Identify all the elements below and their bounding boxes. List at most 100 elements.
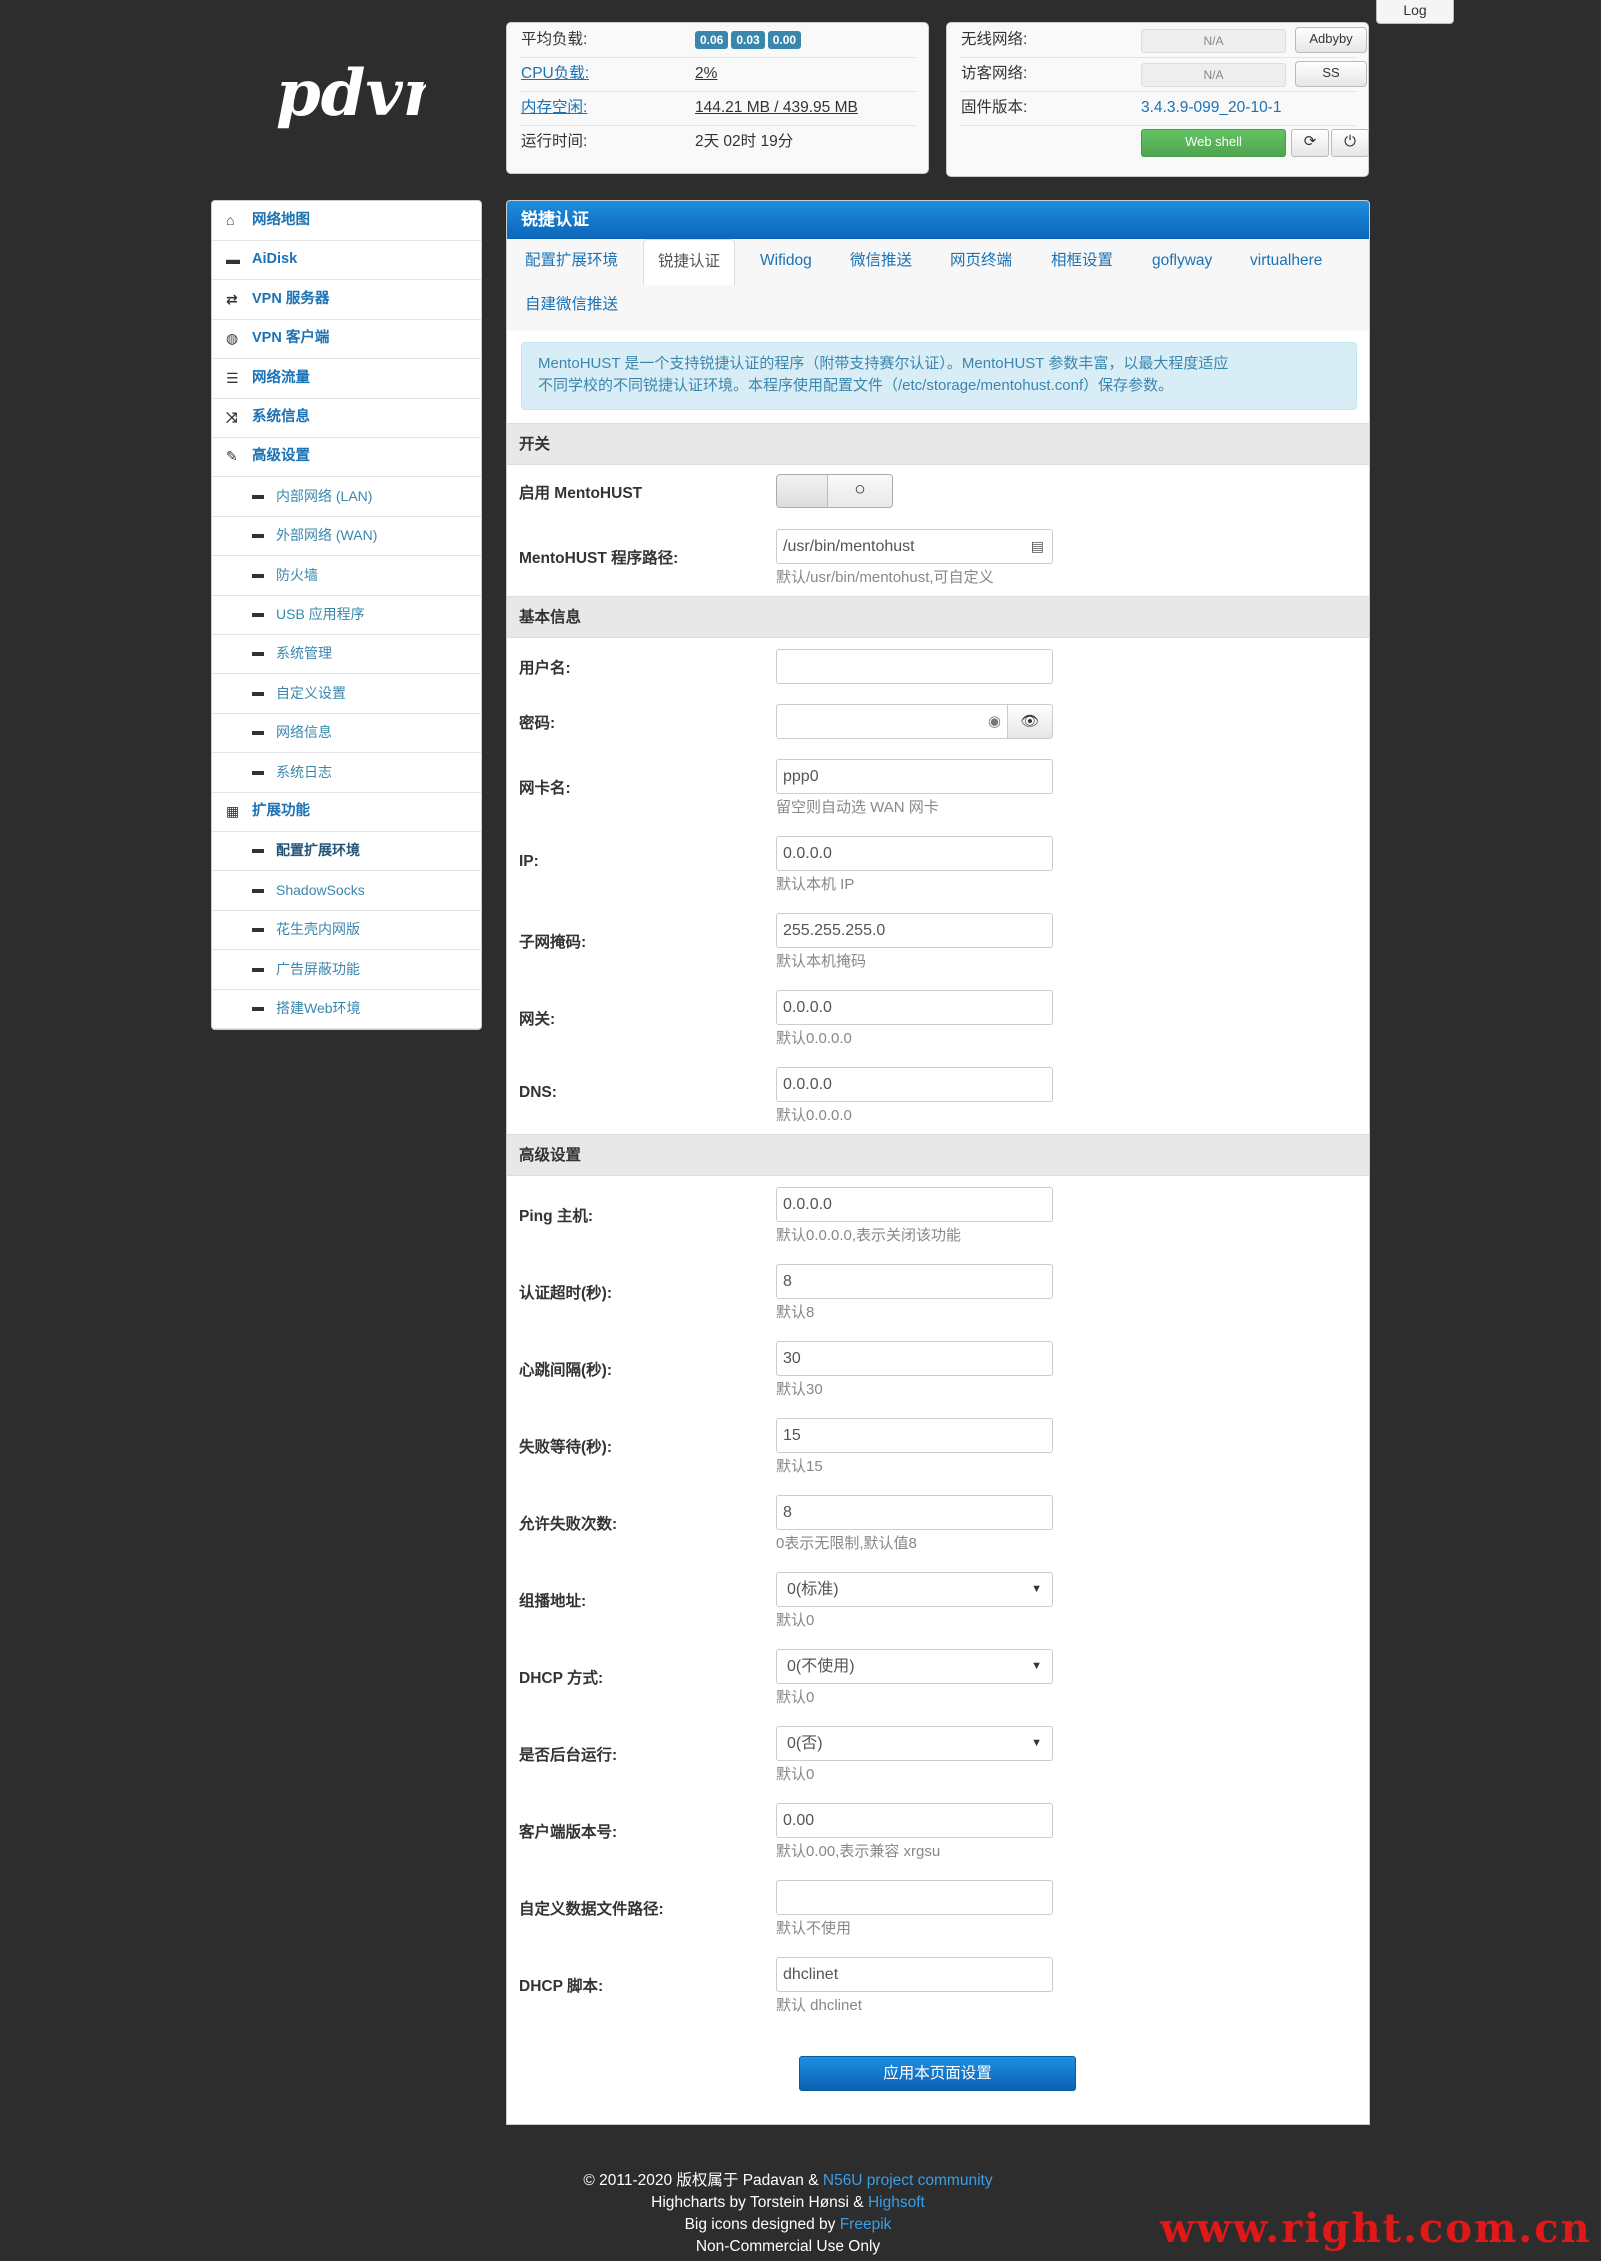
dns-input[interactable]: 0.0.0.0	[776, 1067, 1053, 1102]
load-row: 平均负载: 0.06 0.03 0.00	[521, 23, 916, 58]
sidebar-item-label: 内部网络 (LAN)	[276, 487, 373, 504]
heartbeat-input[interactable]: 30	[776, 1341, 1053, 1376]
show-password-button[interactable]: 👁	[1008, 704, 1053, 739]
gateway-label: 网关:	[519, 1011, 556, 1028]
tab-self-wechat-push[interactable]: 自建微信推送	[525, 294, 618, 316]
wireless-row: 无线网络: N/A Adbyby	[961, 23, 1367, 58]
sidebar-item[interactable]: 花生壳内网版	[212, 910, 481, 951]
copyright-text: © 2011-2020 版权属于 Padavan &	[583, 2172, 823, 2189]
sidebar-item-label: 高级设置	[252, 448, 310, 465]
sidebar-item[interactable]: 系统日志	[212, 753, 481, 793]
dash-icon	[252, 967, 264, 972]
sidebar-item-label: 搭建Web环境	[276, 1000, 361, 1016]
hdd-icon: ▬	[226, 251, 240, 268]
sidebar-item[interactable]: 系统管理	[212, 634, 481, 675]
dhcp-script-label: DHCP 脚本:	[519, 1978, 604, 1995]
enable-toggle[interactable]: ○	[776, 474, 893, 508]
sidebar-item[interactable]: 内部网络 (LAN)	[212, 477, 481, 517]
sidebar-item-label: 防火墙	[276, 566, 318, 583]
icons-text: Big icons designed by	[684, 2216, 840, 2233]
random-icon: ⤨	[226, 409, 238, 425]
dash-icon	[252, 770, 264, 775]
password-input[interactable]: ◉	[776, 704, 1008, 739]
firmware-row: 固件版本: 3.4.3.9-099_20-10-1	[961, 91, 1356, 126]
web-shell-button[interactable]: Web shell	[1141, 129, 1286, 157]
sidebar-item[interactable]: ▦ 扩展功能	[212, 792, 481, 832]
log-button[interactable]: Log	[1376, 0, 1454, 24]
path-input[interactable]: /usr/bin/mentohust ▤	[776, 529, 1053, 564]
sidebar-item[interactable]: ▬ AiDisk	[212, 240, 481, 281]
watermark: www.right.com.cn	[1160, 2205, 1592, 2252]
multicast-select[interactable]: 0(标准) ▼	[776, 1572, 1053, 1607]
ping-host-input[interactable]: 0.0.0.0	[776, 1187, 1053, 1222]
sidebar-item[interactable]: ⤨ 系统信息	[212, 398, 481, 438]
tab-goflyway[interactable]: goflyway	[1152, 250, 1212, 272]
logo-text: pdvn	[276, 60, 426, 131]
sidebar-item[interactable]: ⌂ 网络地图	[212, 201, 481, 241]
sidebar-item[interactable]: 配置扩展环境	[212, 831, 481, 872]
clipboard-icon[interactable]: ▤	[1031, 530, 1044, 563]
adbyby-button[interactable]: Adbyby	[1295, 27, 1367, 53]
data-file-hint: 默认不使用	[776, 1920, 852, 1937]
firmware-version-link[interactable]: 3.4.3.9-099_20-10-1	[1141, 91, 1281, 125]
sidebar-item[interactable]: ◍ VPN 客户端	[212, 319, 481, 360]
auth-timeout-input[interactable]: 8	[776, 1264, 1053, 1299]
nic-input[interactable]: ppp0	[776, 759, 1053, 794]
sidebar-item[interactable]: 防火墙	[212, 556, 481, 596]
nic-hint: 留空则自动选 WAN 网卡	[776, 799, 939, 816]
ss-button[interactable]: SS	[1295, 61, 1367, 87]
netmask-hint: 默认本机掩码	[776, 953, 867, 970]
refresh-button[interactable]: ⟳	[1291, 129, 1329, 157]
max-fail-input[interactable]: 8	[776, 1495, 1053, 1530]
sidebar-item-label: USB 应用程序	[276, 606, 365, 622]
dhcp-script-input[interactable]: dhclinet	[776, 1957, 1053, 1992]
dhcp-mode-select[interactable]: 0(不使用) ▼	[776, 1649, 1053, 1684]
tab-web-terminal[interactable]: 网页终端	[950, 250, 1012, 272]
auth-timeout-label: 认证超时(秒):	[519, 1285, 612, 1302]
client-version-input[interactable]: 0.00	[776, 1803, 1053, 1838]
memory-label-link[interactable]: 内存空闲:	[521, 91, 587, 125]
fail-wait-input[interactable]: 15	[776, 1418, 1053, 1453]
tab-virtualhere[interactable]: virtualhere	[1250, 250, 1322, 272]
load-5m-badge: 0.03	[731, 30, 765, 49]
apply-button[interactable]: 应用本页面设置	[799, 2056, 1076, 2091]
highsoft-link[interactable]: Highsoft	[868, 2194, 925, 2211]
tab-wifidog[interactable]: Wifidog	[760, 250, 812, 272]
gateway-input[interactable]: 0.0.0.0	[776, 990, 1053, 1025]
tab-wechat-push[interactable]: 微信推送	[850, 250, 912, 272]
tab-ruijie-auth[interactable]: 锐捷认证	[643, 239, 736, 285]
data-file-input[interactable]	[776, 1880, 1053, 1915]
sidebar-item[interactable]: ☰ 网络流量	[212, 359, 481, 399]
ip-input[interactable]: 0.0.0.0	[776, 836, 1053, 871]
main-panel: 锐捷认证 配置扩展环境 锐捷认证 Wifidog 微信推送 网页终端 相框设置 …	[506, 200, 1370, 2125]
sidebar-item[interactable]: 网络信息	[212, 713, 481, 754]
sidebar-item[interactable]: 自定义设置	[212, 674, 481, 714]
cpu-label-link[interactable]: CPU负载:	[521, 57, 589, 91]
footer-highcharts: Highcharts by Torstein Hønsi & Highsoft	[506, 2192, 1070, 2214]
sidebar-item[interactable]: ShadowSocks	[212, 871, 481, 911]
dhcp-mode-value: 0(不使用)	[787, 1658, 855, 1675]
sidebar-item[interactable]: 搭建Web环境	[212, 989, 481, 1029]
load-label: 平均负载:	[521, 31, 588, 48]
max-fail-hint: 0表示无限制,默认值8	[776, 1535, 917, 1552]
wireless-value: N/A	[1141, 29, 1286, 53]
community-link[interactable]: N56U project community	[823, 2172, 993, 2189]
load-15m-badge: 0.00	[767, 30, 802, 49]
daemon-select[interactable]: 0(否) ▼	[776, 1726, 1053, 1761]
netmask-input[interactable]: 255.255.255.0	[776, 913, 1053, 948]
sidebar-item[interactable]: 外部网络 (WAN)	[212, 516, 481, 557]
tab-photo-frame[interactable]: 相框设置	[1051, 250, 1113, 272]
section-advanced: 高级设置	[507, 1134, 1369, 1176]
sidebar-item[interactable]: 广告屏蔽功能	[212, 950, 481, 990]
dhcp-script-hint: 默认 dhclinet	[776, 1997, 862, 2014]
dns-label: DNS:	[519, 1084, 557, 1101]
username-input[interactable]	[776, 649, 1053, 684]
sidebar-item[interactable]: ✎ 高级设置	[212, 437, 481, 478]
tab-config-env[interactable]: 配置扩展环境	[525, 250, 618, 272]
sidebar-item[interactable]: USB 应用程序	[212, 595, 481, 635]
dash-icon	[252, 691, 264, 696]
power-button[interactable]: ⏻	[1331, 129, 1369, 157]
wrench-icon: ✎	[226, 448, 238, 465]
sidebar-item[interactable]: ⇄ VPN 服务器	[212, 280, 481, 320]
freepik-link[interactable]: Freepik	[840, 2216, 892, 2233]
